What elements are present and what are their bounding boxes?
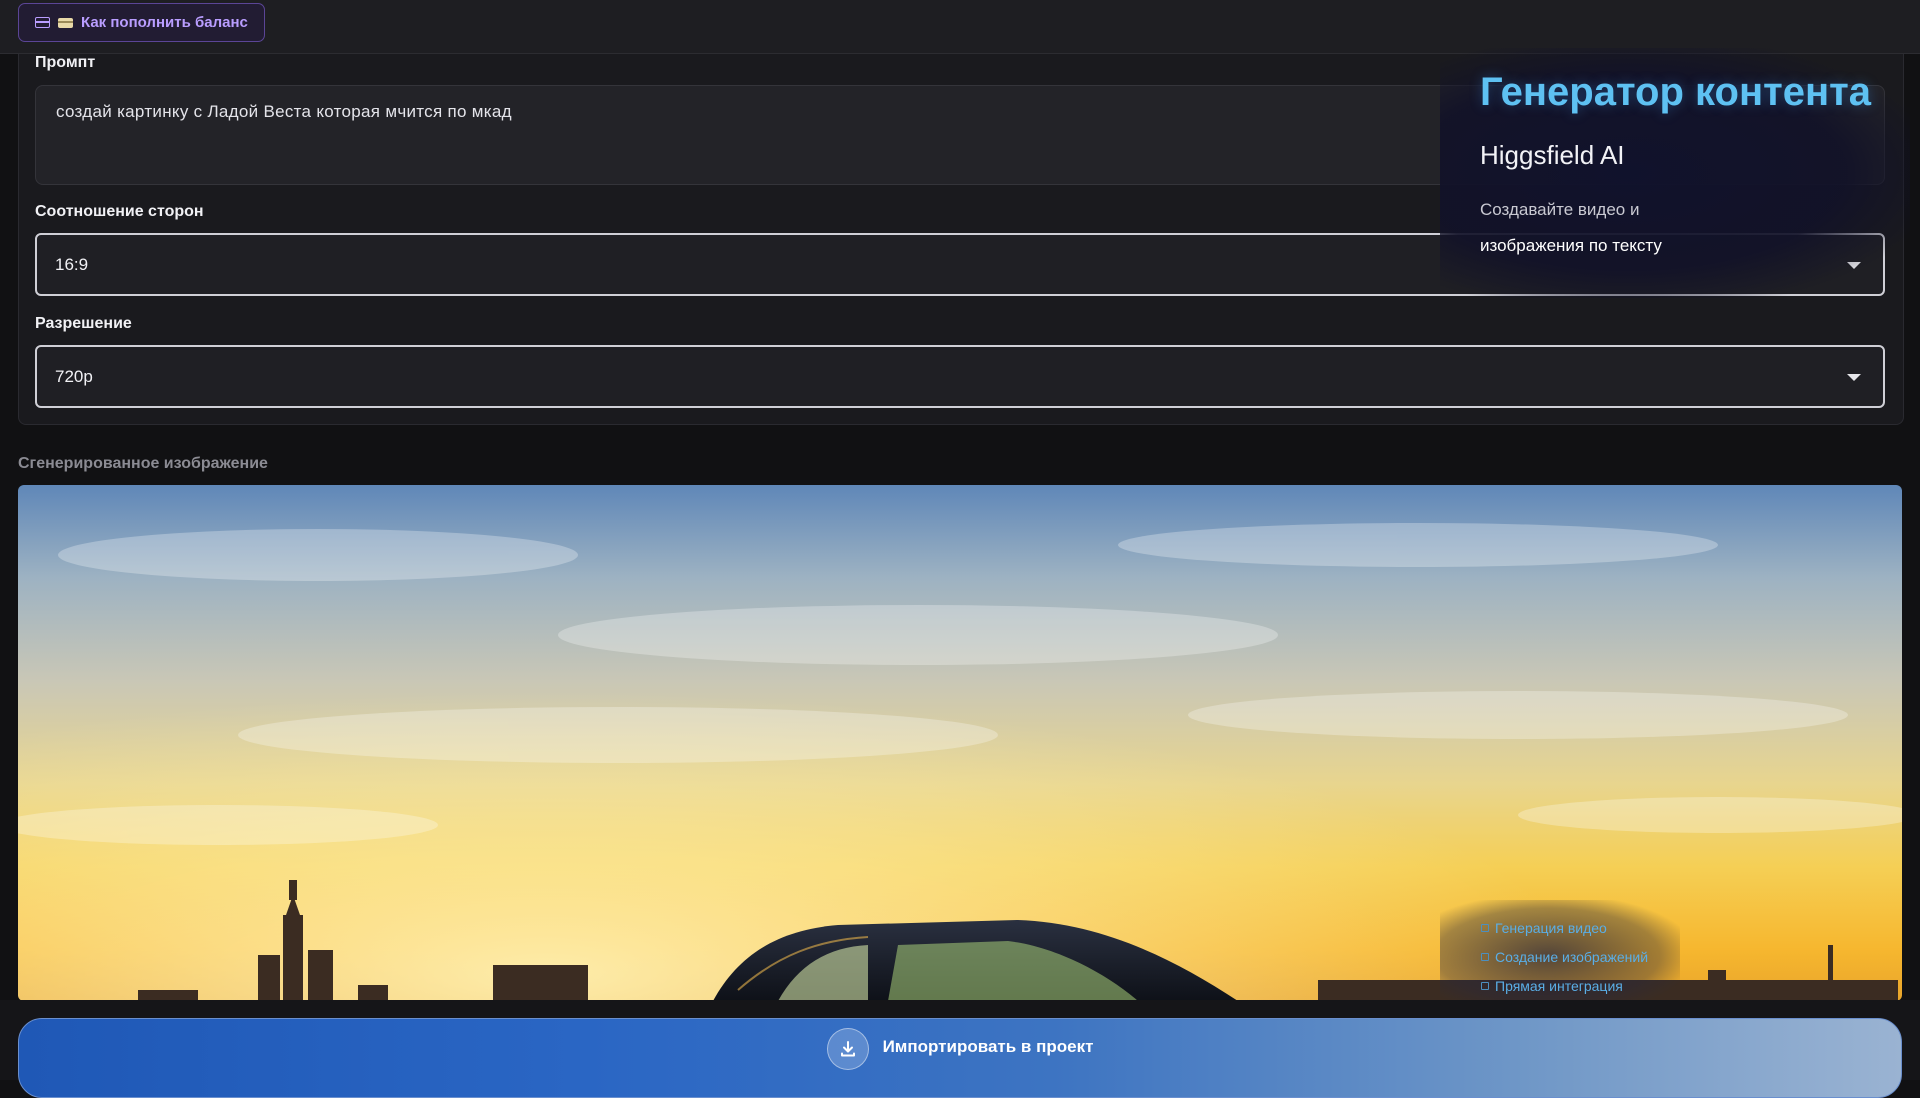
overlay-subtitle: Higgsfield AI <box>1480 140 1625 170</box>
feature-item: Генерация видео <box>1481 920 1607 936</box>
prompt-label: Промпт <box>35 54 96 71</box>
generated-image-label: Сгенерированное изображение <box>18 455 268 472</box>
feature-label: Создание изображений <box>1495 949 1649 965</box>
import-to-project-label: Импортировать в проект <box>882 1037 1094 1056</box>
feature-label: Прямая интеграция <box>1495 978 1623 994</box>
chevron-down-icon <box>1847 373 1861 381</box>
aspect-ratio-value: 16:9 <box>55 254 89 274</box>
money-icon <box>58 17 73 28</box>
resolution-value: 720p <box>55 366 93 386</box>
bullet-icon <box>1481 953 1489 961</box>
resolution-label: Разрешение <box>35 315 132 332</box>
download-icon <box>826 1028 869 1070</box>
overlay-description-line2: изображения по тексту <box>1480 236 1662 255</box>
overlay-description-line1: Создавайте видео и <box>1480 200 1640 219</box>
bullet-icon <box>1481 924 1489 932</box>
feature-item: Прямая интеграция <box>1481 978 1623 994</box>
aspect-ratio-label: Соотношение сторон <box>35 203 204 220</box>
top-bar: Как пополнить баланс <box>0 0 1920 54</box>
bullet-icon <box>1481 982 1489 990</box>
resolution-select[interactable]: 720p <box>35 345 1885 408</box>
feature-item: Создание изображений <box>1481 949 1648 965</box>
overlay-title: Генератор контента <box>1480 70 1871 114</box>
import-to-project-button[interactable]: Импортировать в проект <box>18 1018 1902 1098</box>
credit-card-icon <box>35 17 50 28</box>
top-up-balance-button[interactable]: Как пополнить баланс <box>18 3 265 42</box>
feature-label: Генерация видео <box>1495 920 1607 936</box>
top-up-balance-label: Как пополнить баланс <box>81 14 248 31</box>
